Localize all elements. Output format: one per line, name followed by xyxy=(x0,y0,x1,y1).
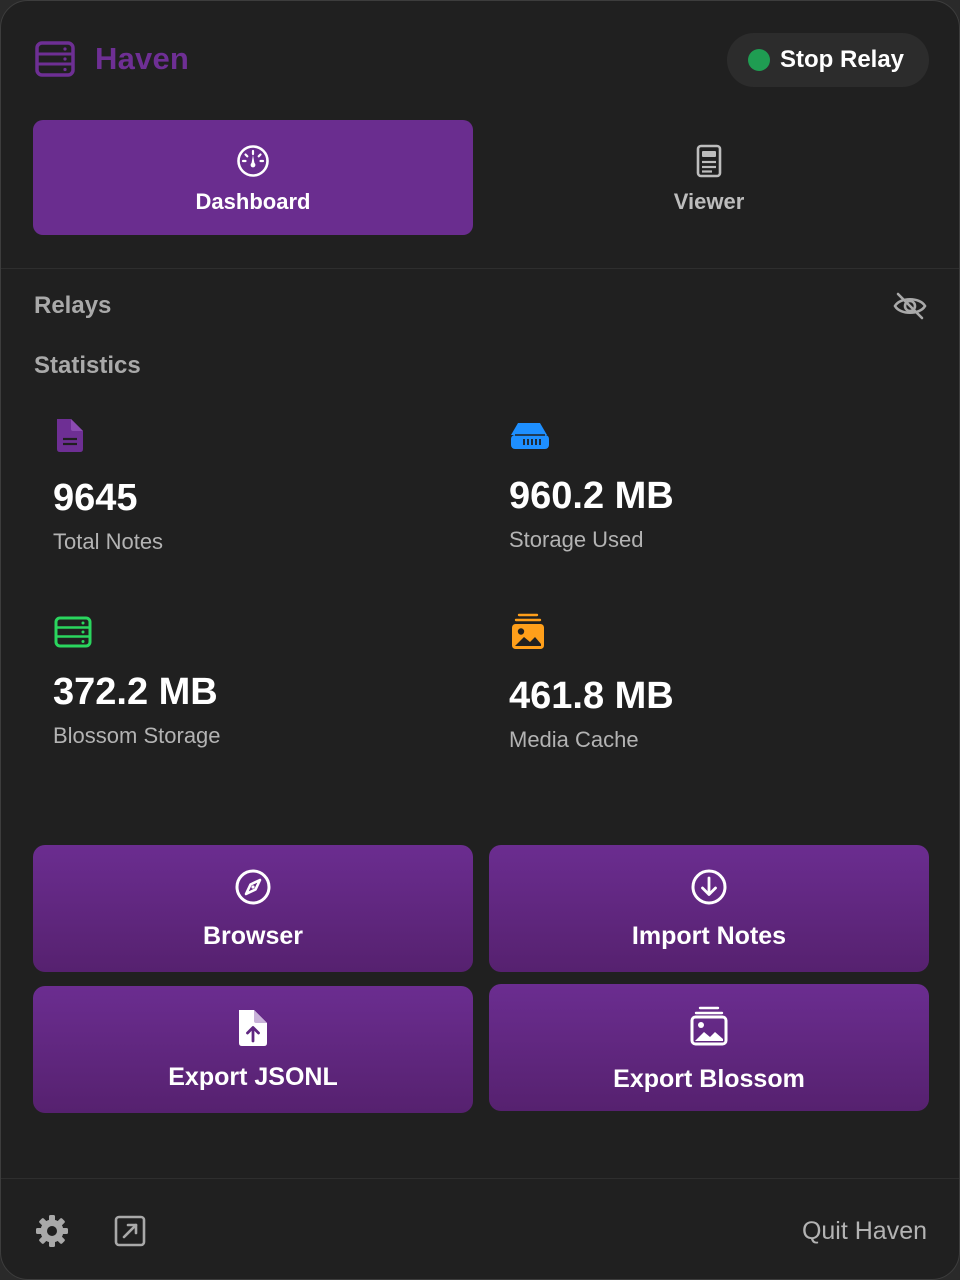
stat-label: Blossom Storage xyxy=(53,723,221,748)
stat-label: Storage Used xyxy=(509,527,644,552)
document-icon xyxy=(57,419,83,452)
export-blossom-button[interactable]: Export Blossom xyxy=(489,984,929,1111)
stat-value: 461.8 MB xyxy=(509,675,674,717)
stat-value: 960.2 MB xyxy=(509,475,674,517)
server-stack-icon xyxy=(35,41,75,77)
stat-total-notes: 9645 Total Notes xyxy=(53,417,453,577)
stat-blossom-storage: 372.2 MB Blossom Storage xyxy=(53,613,453,773)
action-label: Import Notes xyxy=(631,922,787,950)
photo-stack-icon xyxy=(512,613,544,649)
tab-dashboard[interactable]: Dashboard xyxy=(33,120,473,235)
browser-button[interactable]: Browser xyxy=(33,845,473,972)
footer: Quit Haven xyxy=(1,1179,959,1279)
gear-icon[interactable] xyxy=(35,1214,69,1248)
stat-value: 372.2 MB xyxy=(53,671,218,713)
document-viewer-icon xyxy=(696,144,722,178)
open-window-icon[interactable] xyxy=(113,1214,147,1248)
action-label: Export JSONL xyxy=(168,1063,338,1091)
relay-status-indicator xyxy=(748,49,770,71)
stat-label: Total Notes xyxy=(53,529,164,554)
file-upload-icon xyxy=(239,1010,267,1046)
stat-label: Media Cache xyxy=(509,727,639,752)
relays-section-label: Relays xyxy=(34,292,112,319)
action-label: Browser xyxy=(202,922,304,950)
header: Haven Stop Relay xyxy=(1,1,959,119)
compass-icon xyxy=(235,869,271,905)
drive-icon xyxy=(511,423,549,449)
stat-media-cache: 461.8 MB Media Cache xyxy=(509,613,909,773)
action-label: Export Blossom xyxy=(613,1065,805,1093)
export-jsonl-button[interactable]: Export JSONL xyxy=(33,986,473,1113)
gauge-icon xyxy=(237,145,269,177)
stop-relay-label: Stop Relay xyxy=(780,46,905,73)
download-circle-icon xyxy=(691,869,727,905)
divider xyxy=(1,268,959,269)
app-title: Haven xyxy=(95,41,190,76)
haven-window: Haven Stop Relay Dashboard Viewer Relays… xyxy=(0,0,960,1280)
statistics-section-label: Statistics xyxy=(34,352,141,379)
server-icon xyxy=(54,616,92,648)
photo-stack-icon xyxy=(690,1006,728,1046)
tab-viewer[interactable]: Viewer xyxy=(489,120,929,235)
tab-label: Dashboard xyxy=(195,189,311,214)
stop-relay-button[interactable]: Stop Relay xyxy=(727,33,929,87)
stat-value: 9645 xyxy=(53,477,138,519)
stat-storage-used: 960.2 MB Storage Used xyxy=(509,417,909,577)
import-notes-button[interactable]: Import Notes xyxy=(489,845,929,972)
tab-label: Viewer xyxy=(673,189,745,214)
eye-slash-icon xyxy=(893,292,927,320)
quit-haven-button[interactable]: Quit Haven xyxy=(802,1217,927,1246)
